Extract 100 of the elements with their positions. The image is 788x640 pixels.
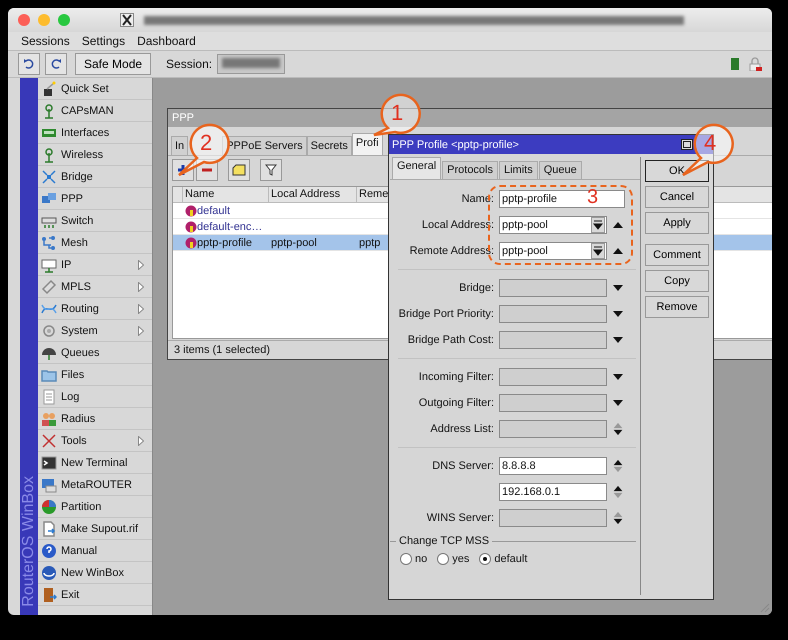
dialog-button[interactable]: Copy <box>645 270 709 292</box>
up-down-arrows-icon[interactable] <box>612 422 624 436</box>
sidebar-item[interactable]: CAPsMAN <box>38 100 152 122</box>
field-label: Remote Address: <box>410 245 494 257</box>
redo-icon <box>50 58 62 70</box>
arrows-icon <box>41 168 57 184</box>
dialog-button[interactable]: Cancel <box>645 186 709 208</box>
sidebar-item[interactable]: Files <box>38 364 152 386</box>
session-label: Session: <box>166 57 212 71</box>
comment-button[interactable] <box>228 159 250 181</box>
resize-grip-icon[interactable] <box>758 601 770 613</box>
dropdown-field[interactable] <box>499 279 607 297</box>
sidebar-item[interactable]: Interfaces <box>38 122 152 144</box>
redo-button[interactable] <box>45 53 67 75</box>
up-down-arrows-icon[interactable] <box>612 511 624 525</box>
sidebar-item[interactable]: Manual <box>38 540 152 562</box>
tab[interactable]: Profi <box>352 133 383 155</box>
door-icon <box>41 586 57 602</box>
sidebar-item[interactable]: Wireless <box>38 144 152 166</box>
radio-label: default <box>494 553 528 565</box>
up-down-arrows-icon[interactable] <box>612 459 624 473</box>
callout-number: 4 <box>704 130 716 156</box>
sidebar-item[interactable]: Radius <box>38 408 152 430</box>
pie-chart-icon <box>41 498 57 514</box>
dialog-button[interactable]: OK <box>645 160 709 182</box>
up-down-arrows-icon[interactable] <box>612 485 624 499</box>
sidebar-item[interactable]: Make Supout.rif <box>38 518 152 540</box>
radio-label: no <box>415 553 428 565</box>
table-cell: pptp-pool <box>271 236 317 248</box>
filter-button[interactable] <box>260 159 282 181</box>
safe-mode-button[interactable]: Safe Mode <box>75 53 152 75</box>
input-field[interactable]: 8.8.8.8 <box>499 457 607 475</box>
menu-item[interactable]: Settings <box>82 34 126 48</box>
field-label: Name: <box>462 193 494 205</box>
radio-button[interactable] <box>479 553 492 565</box>
gear-icon <box>41 322 57 338</box>
field-label: WINS Server: <box>426 512 494 524</box>
dropdown-field[interactable] <box>499 331 607 349</box>
tab[interactable]: Queue <box>538 161 582 179</box>
column-header[interactable]: Local Address <box>269 187 357 202</box>
maximize-icon[interactable] <box>681 139 693 150</box>
dropdown-field[interactable] <box>499 305 607 323</box>
sidebar-item[interactable]: MPLS <box>38 276 152 298</box>
column-header[interactable]: Name <box>183 187 269 202</box>
session-field[interactable] <box>217 54 286 74</box>
sidebar-item[interactable]: Partition <box>38 496 152 518</box>
menu-item[interactable]: Sessions <box>21 34 70 48</box>
table-cell: pptp-profile <box>197 236 252 248</box>
dropdown-button-icon[interactable] <box>591 243 605 259</box>
sidebar-item[interactable]: Bridge <box>38 166 152 188</box>
globe-icon <box>41 564 57 580</box>
add-button[interactable] <box>172 159 194 181</box>
menu-item[interactable]: Dashboard <box>137 34 196 48</box>
sidebar-item[interactable]: Switch <box>38 210 152 232</box>
group-title: Change TCP MSS <box>399 535 490 547</box>
dropdown-field[interactable] <box>499 394 607 412</box>
filter-icon <box>265 164 277 176</box>
sidebar-item[interactable]: Routing <box>38 298 152 320</box>
input-field[interactable] <box>499 420 607 438</box>
sidebar-item[interactable]: Queues <box>38 342 152 364</box>
input-field[interactable]: 192.168.0.1 <box>499 483 607 501</box>
tab[interactable]: General <box>392 157 442 179</box>
input-field[interactable] <box>499 509 607 527</box>
remove-button[interactable] <box>196 159 218 181</box>
dropdown-field[interactable]: pptp-pool <box>499 242 607 260</box>
sidebar-item[interactable]: New WinBox <box>38 562 152 584</box>
sidebar-item[interactable]: Exit <box>38 584 152 606</box>
dropdown-field[interactable]: pptp-pool <box>499 216 607 234</box>
sidebar-item[interactable]: Mesh <box>38 232 152 254</box>
dialog-button[interactable]: Remove <box>645 296 709 318</box>
profile-icon <box>185 204 197 216</box>
sidebar-item[interactable]: MetaROUTER <box>38 474 152 496</box>
sidebar-item[interactable]: Quick Set <box>38 78 152 100</box>
document-icon <box>41 388 57 404</box>
tab[interactable]: Secrets <box>306 136 352 155</box>
field-label: Bridge: <box>459 282 494 294</box>
dropdown-field[interactable] <box>499 368 607 386</box>
tab[interactable]: Limits <box>499 161 538 179</box>
radio-button[interactable] <box>400 553 412 565</box>
x-window-icon <box>120 13 134 27</box>
undo-button[interactable] <box>18 53 40 75</box>
field-label: Local Address: <box>422 219 494 231</box>
dialog-button[interactable]: Apply <box>645 212 709 234</box>
callout-number: 2 <box>200 130 212 156</box>
radio-button[interactable] <box>437 553 450 565</box>
ip-box-icon <box>41 256 57 272</box>
dialog-button[interactable]: Comment <box>645 244 709 266</box>
table-cell: pptp <box>359 236 380 248</box>
sidebar-item[interactable]: New Terminal <box>38 452 152 474</box>
sidebar-item[interactable]: Tools <box>38 430 152 452</box>
dropdown-button-icon[interactable] <box>591 217 605 233</box>
help-icon <box>41 542 57 558</box>
sidebar-item[interactable]: Log <box>38 386 152 408</box>
wand-icon <box>41 80 57 96</box>
undo-icon <box>23 58 35 70</box>
sidebar-item[interactable]: System <box>38 320 152 342</box>
sidebar-item[interactable]: IP <box>38 254 152 276</box>
tab[interactable]: In <box>171 136 188 155</box>
tab[interactable]: Protocols <box>442 161 498 179</box>
sidebar-item[interactable]: PPP <box>38 188 152 210</box>
